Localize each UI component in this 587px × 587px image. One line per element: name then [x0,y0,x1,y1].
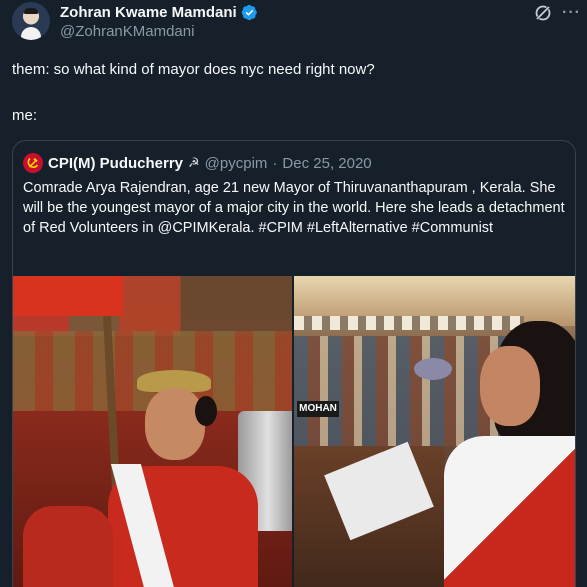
red-flag [13,276,123,316]
hair-bun [195,396,217,426]
quoted-tweet-header: CPI(M) Puducherry ☭ @pycpim · Dec 25, 20… [23,153,372,173]
grok-icon[interactable] [533,3,553,23]
quoted-tweet-date[interactable]: Dec 25, 2020 [282,155,371,172]
speaker-sari [444,436,575,587]
author-name[interactable]: Zohran Kwame Mamdani [60,4,237,21]
author-name-row[interactable]: Zohran Kwame Mamdani [60,4,258,21]
hammer-sickle-icon [27,157,39,169]
tweet-text-line2: me: [12,107,38,124]
nameplate: MOHAN [297,401,339,417]
quoted-author-name[interactable]: CPI(M) Puducherry [48,155,183,172]
speaker-face [480,346,540,426]
tweet-text-line1: them: so what kind of mayor does nyc nee… [12,61,375,78]
photo-red-volunteers[interactable] [13,276,292,587]
verified-badge-icon [241,4,257,21]
face [145,388,205,460]
microphone [414,358,452,380]
quoted-tweet[interactable]: CPI(M) Puducherry ☭ @pycpim · Dec 25, 20… [12,140,576,587]
quoted-author-handle[interactable]: @pycpim [205,155,268,172]
quoted-author-avatar[interactable] [23,153,43,173]
more-icon[interactable]: ··· [562,4,581,22]
meta-separator: · [272,154,278,172]
author-avatar[interactable] [12,2,50,40]
volunteer-left [23,506,113,587]
quoted-flag-emoji: ☭ [188,155,200,170]
quoted-tweet-text: Comrade Arya Rajendran, age 21 new Mayor… [23,180,565,236]
balcony-portraits [294,316,524,330]
photo-council-hall[interactable]: MOHAN [294,276,575,587]
author-handle[interactable]: @ZohranKMamdani [60,23,194,40]
